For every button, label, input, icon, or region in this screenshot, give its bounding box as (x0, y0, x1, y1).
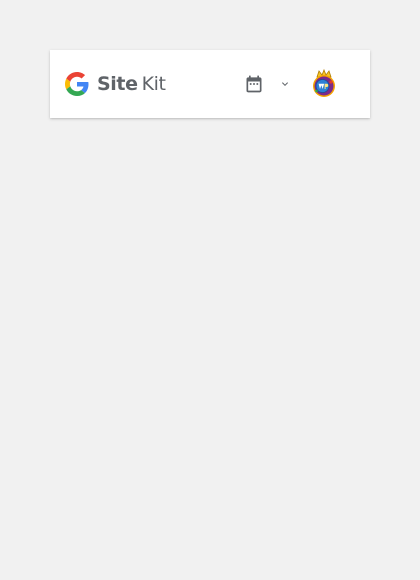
logo-site-label: Site (97, 73, 138, 95)
google-g-icon (65, 72, 89, 96)
user-avatar[interactable] (308, 68, 340, 100)
date-range-selector[interactable] (242, 71, 296, 97)
site-kit-logo[interactable]: Site Kit (65, 71, 166, 97)
logo-kit-label: Kit (141, 73, 166, 95)
site-kit-header: Site Kit (50, 50, 370, 118)
logo-text: Site Kit (97, 73, 166, 95)
calendar-icon (246, 75, 262, 93)
chevron-down-icon (282, 82, 288, 86)
avatar-image (313, 68, 335, 97)
